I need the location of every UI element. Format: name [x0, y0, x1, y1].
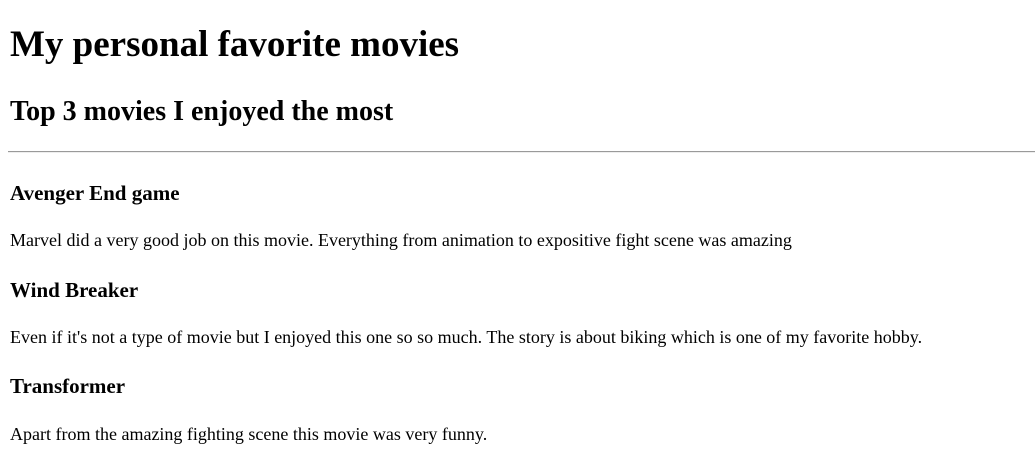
movie-title-wind-breaker: Wind Breaker — [10, 278, 139, 302]
page-subtitle: Top 3 movies I enjoyed the most — [10, 96, 394, 127]
page-content: My personal favorite movies Top 3 movies… — [0, 0, 1035, 466]
page-title: My personal favorite movies — [10, 24, 460, 65]
movie-title-transformer: Transformer — [10, 374, 126, 398]
movie-description-avenger-end-game: Marvel did a very good job on this movie… — [10, 230, 792, 250]
section-divider — [8, 151, 1035, 153]
movie-description-wind-breaker: Even if it's not a type of movie but I e… — [10, 327, 923, 347]
movie-title-avenger-end-game: Avenger End game — [10, 181, 180, 205]
movie-description-transformer: Apart from the amazing fighting scene th… — [10, 424, 488, 444]
